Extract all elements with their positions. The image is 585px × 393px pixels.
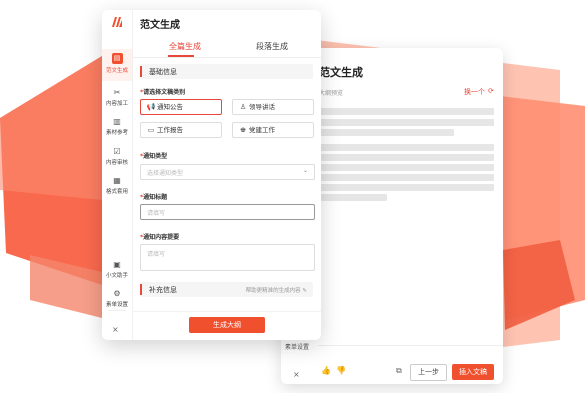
prev-step-button[interactable]: 上一步: [410, 364, 447, 381]
thumbs-up-icon[interactable]: 👍: [321, 366, 331, 375]
document-icon: ▤: [111, 53, 123, 64]
skeleton-line: [319, 108, 494, 115]
tab-paragraph-generation[interactable]: 段落生成: [256, 41, 288, 52]
section-accent-bar: [140, 284, 142, 295]
generate-outline-button[interactable]: 生成大纲: [189, 317, 265, 333]
notice-type-label: *通知类型: [140, 151, 167, 160]
tab-divider: [132, 57, 321, 58]
chip-label: 工作报告: [157, 126, 183, 134]
sidebar-item-label: 素单设置: [105, 302, 128, 308]
preview-title: 范文生成: [319, 66, 363, 79]
sidebar-item-settings-label[interactable]: 素单设置: [285, 342, 309, 351]
sidebar-item-doc-generation[interactable]: ▤ 范文生成: [102, 53, 132, 74]
sidebar-item-label: 格式套用: [105, 189, 128, 195]
skeleton-line: [319, 184, 494, 191]
sidebar-item-label: 内容加工: [105, 101, 128, 107]
chip-label: 党建工作: [249, 126, 275, 134]
skeleton-line: [319, 164, 494, 171]
chevron-down-icon: ⌄: [302, 167, 308, 174]
sidebar-item-label: 小文助手: [105, 273, 128, 279]
section-hint: 帮助更精准的生成内容 ✎: [246, 286, 307, 294]
label-text: 通知类型: [143, 153, 168, 160]
library-icon: ▥: [113, 117, 121, 126]
skeleton-line: [319, 129, 454, 136]
textarea-placeholder: 请填写: [147, 251, 166, 258]
notice-content-textarea[interactable]: 请填写: [140, 244, 315, 271]
copy-icon[interactable]: ⧉: [396, 366, 402, 376]
skeleton-line: [319, 194, 387, 201]
section-extra-info[interactable]: 补充信息 帮助更精准的生成内容 ✎: [140, 282, 313, 297]
review-icon: ☑: [113, 147, 121, 156]
section-title: 基础信息: [149, 68, 177, 76]
insert-document-button[interactable]: 插入文稿: [452, 364, 494, 380]
sidebar-item-content-processing[interactable]: ✂ 内容加工: [102, 88, 132, 107]
section-accent-bar: [140, 66, 142, 77]
close-icon[interactable]: ×: [112, 325, 119, 334]
close-icon[interactable]: ×: [293, 370, 300, 379]
tab-full-generation[interactable]: 全篇生成: [169, 41, 201, 52]
page-title: 范文生成: [140, 20, 180, 31]
sidebar-item-content-review[interactable]: ☑ 内容审核: [102, 147, 132, 166]
thumbs-down-icon[interactable]: 👎: [336, 366, 346, 375]
party-icon: ♚: [239, 126, 247, 134]
sidebar-item-assistant[interactable]: ▣ 小文助手: [102, 260, 132, 279]
notice-title-label: *通知标题: [140, 192, 167, 201]
report-icon: ▭: [147, 126, 155, 134]
select-placeholder: 选择通知类型: [147, 170, 184, 177]
footer-divider: [318, 345, 503, 346]
sidebar-divider: [108, 310, 126, 311]
sidebar-item-material-reference[interactable]: ▥ 素材参考: [102, 117, 132, 136]
sidebar: ▤ 范文生成 ✂ 内容加工 ▥ 素材参考 ☑ 内容审核 ▦ 格式套用 ▣ 小文助…: [102, 10, 133, 340]
swap-button[interactable]: 换一个: [464, 87, 485, 97]
section-title: 补充信息: [149, 286, 177, 294]
sidebar-item-label: 内容审核: [105, 160, 128, 166]
skeleton-line: [319, 154, 494, 161]
doc-type-label: *请选择文稿类别: [140, 87, 185, 96]
sidebar-item-format-apply[interactable]: ▦ 格式套用: [102, 176, 132, 195]
doc-type-notice[interactable]: 📢 通知公告: [140, 99, 222, 115]
chip-label: 领导讲话: [249, 103, 275, 111]
tools-icon: ✂: [113, 88, 121, 97]
label-text: 通知标题: [143, 194, 168, 201]
input-placeholder: 请填写: [147, 210, 166, 217]
assistant-icon: ▣: [113, 260, 121, 269]
refresh-icon[interactable]: ⟳: [488, 87, 494, 95]
notice-title-input[interactable]: 请填写: [140, 204, 315, 220]
section-basic-info: 基础信息: [140, 64, 313, 79]
chip-label: 通知公告: [157, 103, 183, 111]
skeleton-line: [319, 144, 494, 151]
sidebar-item-label: 素材参考: [105, 130, 128, 136]
doc-generation-panel: ▤ 范文生成 ✂ 内容加工 ▥ 素材参考 ☑ 内容审核 ▦ 格式套用 ▣ 小文助…: [102, 10, 321, 340]
bg-shape-left-light: [0, 56, 102, 200]
preview-subtitle: 大纲预览: [319, 90, 344, 97]
skeleton-line: [319, 174, 494, 181]
app-logo-icon: [112, 17, 122, 27]
label-text: 请选择文稿类别: [143, 89, 186, 96]
footer-divider: [132, 311, 321, 312]
label-text: 通知内容提要: [143, 234, 180, 241]
doc-type-party-work[interactable]: ♚ 党建工作: [232, 122, 314, 138]
sidebar-item-label: 范文生成: [105, 68, 128, 74]
skeleton-line: [319, 119, 494, 126]
sidebar-item-settings[interactable]: ⚙ 素单设置: [102, 289, 132, 308]
hint-text: 帮助更精准的生成内容: [245, 288, 301, 294]
settings-icon: ⚙: [113, 289, 121, 298]
notice-content-label: *通知内容提要: [140, 232, 179, 241]
notice-type-select[interactable]: 选择通知类型 ⌄: [140, 164, 315, 180]
megaphone-icon: 📢: [146, 103, 156, 111]
speaker-icon: ♙: [239, 103, 247, 111]
edit-icon: ✎: [302, 288, 307, 294]
format-icon: ▦: [113, 176, 121, 185]
doc-type-leader-speech[interactable]: ♙ 领导讲话: [232, 99, 314, 115]
doc-type-work-report[interactable]: ▭ 工作报告: [140, 122, 222, 138]
